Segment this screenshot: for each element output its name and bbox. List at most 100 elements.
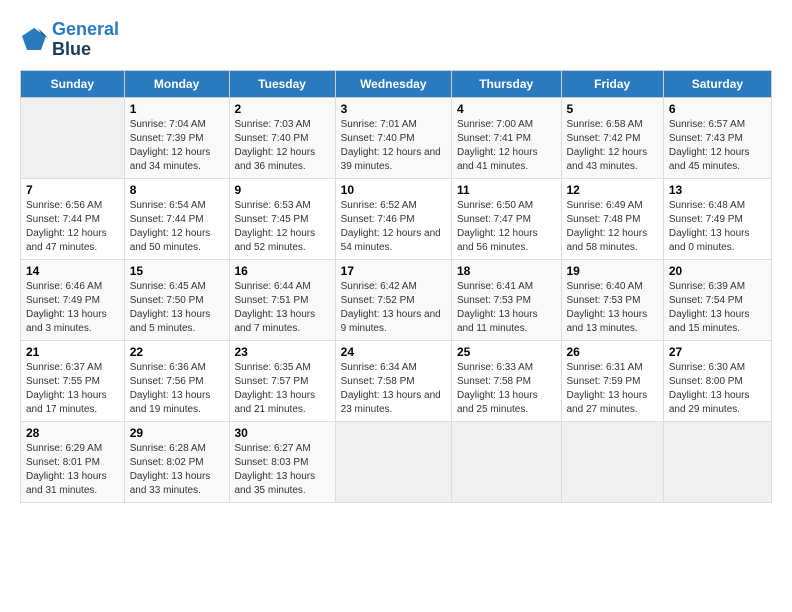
calendar-cell: 29 Sunrise: 6:28 AMSunset: 8:02 PMDaylig…: [124, 421, 229, 502]
day-number: 10: [341, 183, 446, 197]
weekday-header-sunday: Sunday: [21, 70, 125, 97]
weekday-header-thursday: Thursday: [451, 70, 561, 97]
calendar-cell: 6 Sunrise: 6:57 AMSunset: 7:43 PMDayligh…: [663, 97, 771, 178]
calendar-cell: 22 Sunrise: 6:36 AMSunset: 7:56 PMDaylig…: [124, 340, 229, 421]
day-number: 4: [457, 102, 556, 116]
calendar-cell: 30 Sunrise: 6:27 AMSunset: 8:03 PMDaylig…: [229, 421, 335, 502]
calendar-cell: 16 Sunrise: 6:44 AMSunset: 7:51 PMDaylig…: [229, 259, 335, 340]
day-info: Sunrise: 7:01 AMSunset: 7:40 PMDaylight:…: [341, 118, 446, 174]
day-info: Sunrise: 6:46 AMSunset: 7:49 PMDaylight:…: [26, 280, 119, 336]
day-number: 7: [26, 183, 119, 197]
calendar-cell: 14 Sunrise: 6:46 AMSunset: 7:49 PMDaylig…: [21, 259, 125, 340]
day-info: Sunrise: 6:27 AMSunset: 8:03 PMDaylight:…: [235, 442, 330, 498]
weekday-header-monday: Monday: [124, 70, 229, 97]
day-info: Sunrise: 6:29 AMSunset: 8:01 PMDaylight:…: [26, 442, 119, 498]
day-number: 26: [567, 345, 658, 359]
day-info: Sunrise: 6:58 AMSunset: 7:42 PMDaylight:…: [567, 118, 658, 174]
calendar-cell: 17 Sunrise: 6:42 AMSunset: 7:52 PMDaylig…: [335, 259, 451, 340]
logo-text: General Blue: [52, 20, 119, 60]
day-number: 13: [669, 183, 766, 197]
day-number: 5: [567, 102, 658, 116]
day-info: Sunrise: 7:03 AMSunset: 7:40 PMDaylight:…: [235, 118, 330, 174]
day-info: Sunrise: 6:30 AMSunset: 8:00 PMDaylight:…: [669, 361, 766, 417]
day-info: Sunrise: 6:34 AMSunset: 7:58 PMDaylight:…: [341, 361, 446, 417]
calendar-cell: 20 Sunrise: 6:39 AMSunset: 7:54 PMDaylig…: [663, 259, 771, 340]
calendar-table: SundayMondayTuesdayWednesdayThursdayFrid…: [20, 70, 772, 503]
calendar-cell: 24 Sunrise: 6:34 AMSunset: 7:58 PMDaylig…: [335, 340, 451, 421]
calendar-cell: 15 Sunrise: 6:45 AMSunset: 7:50 PMDaylig…: [124, 259, 229, 340]
weekday-header-wednesday: Wednesday: [335, 70, 451, 97]
calendar-cell: 26 Sunrise: 6:31 AMSunset: 7:59 PMDaylig…: [561, 340, 663, 421]
day-number: 6: [669, 102, 766, 116]
page-header: General Blue: [20, 20, 772, 60]
calendar-cell: [335, 421, 451, 502]
calendar-cell: 23 Sunrise: 6:35 AMSunset: 7:57 PMDaylig…: [229, 340, 335, 421]
day-number: 14: [26, 264, 119, 278]
day-info: Sunrise: 7:00 AMSunset: 7:41 PMDaylight:…: [457, 118, 556, 174]
calendar-cell: [663, 421, 771, 502]
day-number: 24: [341, 345, 446, 359]
day-info: Sunrise: 6:31 AMSunset: 7:59 PMDaylight:…: [567, 361, 658, 417]
calendar-cell: 3 Sunrise: 7:01 AMSunset: 7:40 PMDayligh…: [335, 97, 451, 178]
calendar-cell: 4 Sunrise: 7:00 AMSunset: 7:41 PMDayligh…: [451, 97, 561, 178]
day-number: 15: [130, 264, 224, 278]
day-number: 3: [341, 102, 446, 116]
calendar-cell: [561, 421, 663, 502]
day-number: 29: [130, 426, 224, 440]
day-number: 12: [567, 183, 658, 197]
logo: General Blue: [20, 20, 119, 60]
day-number: 2: [235, 102, 330, 116]
day-number: 17: [341, 264, 446, 278]
day-number: 1: [130, 102, 224, 116]
day-info: Sunrise: 6:33 AMSunset: 7:58 PMDaylight:…: [457, 361, 556, 417]
day-info: Sunrise: 6:50 AMSunset: 7:47 PMDaylight:…: [457, 199, 556, 255]
day-info: Sunrise: 6:35 AMSunset: 7:57 PMDaylight:…: [235, 361, 330, 417]
day-info: Sunrise: 6:49 AMSunset: 7:48 PMDaylight:…: [567, 199, 658, 255]
weekday-header-friday: Friday: [561, 70, 663, 97]
calendar-cell: [21, 97, 125, 178]
day-info: Sunrise: 6:57 AMSunset: 7:43 PMDaylight:…: [669, 118, 766, 174]
day-info: Sunrise: 6:53 AMSunset: 7:45 PMDaylight:…: [235, 199, 330, 255]
day-number: 21: [26, 345, 119, 359]
day-info: Sunrise: 6:41 AMSunset: 7:53 PMDaylight:…: [457, 280, 556, 336]
day-info: Sunrise: 6:48 AMSunset: 7:49 PMDaylight:…: [669, 199, 766, 255]
weekday-header-tuesday: Tuesday: [229, 70, 335, 97]
logo-icon: [20, 26, 48, 54]
day-info: Sunrise: 6:56 AMSunset: 7:44 PMDaylight:…: [26, 199, 119, 255]
day-number: 22: [130, 345, 224, 359]
day-info: Sunrise: 6:40 AMSunset: 7:53 PMDaylight:…: [567, 280, 658, 336]
day-number: 8: [130, 183, 224, 197]
day-number: 27: [669, 345, 766, 359]
day-info: Sunrise: 6:36 AMSunset: 7:56 PMDaylight:…: [130, 361, 224, 417]
day-number: 9: [235, 183, 330, 197]
calendar-cell: 8 Sunrise: 6:54 AMSunset: 7:44 PMDayligh…: [124, 178, 229, 259]
day-number: 11: [457, 183, 556, 197]
calendar-cell: 25 Sunrise: 6:33 AMSunset: 7:58 PMDaylig…: [451, 340, 561, 421]
calendar-cell: 13 Sunrise: 6:48 AMSunset: 7:49 PMDaylig…: [663, 178, 771, 259]
calendar-cell: 27 Sunrise: 6:30 AMSunset: 8:00 PMDaylig…: [663, 340, 771, 421]
day-number: 30: [235, 426, 330, 440]
calendar-cell: [451, 421, 561, 502]
calendar-cell: 11 Sunrise: 6:50 AMSunset: 7:47 PMDaylig…: [451, 178, 561, 259]
day-info: Sunrise: 7:04 AMSunset: 7:39 PMDaylight:…: [130, 118, 224, 174]
day-info: Sunrise: 6:37 AMSunset: 7:55 PMDaylight:…: [26, 361, 119, 417]
day-number: 28: [26, 426, 119, 440]
day-info: Sunrise: 6:42 AMSunset: 7:52 PMDaylight:…: [341, 280, 446, 336]
calendar-cell: 5 Sunrise: 6:58 AMSunset: 7:42 PMDayligh…: [561, 97, 663, 178]
day-info: Sunrise: 6:52 AMSunset: 7:46 PMDaylight:…: [341, 199, 446, 255]
day-number: 20: [669, 264, 766, 278]
calendar-cell: 18 Sunrise: 6:41 AMSunset: 7:53 PMDaylig…: [451, 259, 561, 340]
weekday-header-saturday: Saturday: [663, 70, 771, 97]
calendar-cell: 21 Sunrise: 6:37 AMSunset: 7:55 PMDaylig…: [21, 340, 125, 421]
day-info: Sunrise: 6:54 AMSunset: 7:44 PMDaylight:…: [130, 199, 224, 255]
day-info: Sunrise: 6:44 AMSunset: 7:51 PMDaylight:…: [235, 280, 330, 336]
calendar-cell: 19 Sunrise: 6:40 AMSunset: 7:53 PMDaylig…: [561, 259, 663, 340]
day-info: Sunrise: 6:45 AMSunset: 7:50 PMDaylight:…: [130, 280, 224, 336]
day-number: 25: [457, 345, 556, 359]
calendar-cell: 10 Sunrise: 6:52 AMSunset: 7:46 PMDaylig…: [335, 178, 451, 259]
calendar-cell: 7 Sunrise: 6:56 AMSunset: 7:44 PMDayligh…: [21, 178, 125, 259]
day-info: Sunrise: 6:28 AMSunset: 8:02 PMDaylight:…: [130, 442, 224, 498]
calendar-cell: 9 Sunrise: 6:53 AMSunset: 7:45 PMDayligh…: [229, 178, 335, 259]
day-number: 18: [457, 264, 556, 278]
calendar-cell: 2 Sunrise: 7:03 AMSunset: 7:40 PMDayligh…: [229, 97, 335, 178]
